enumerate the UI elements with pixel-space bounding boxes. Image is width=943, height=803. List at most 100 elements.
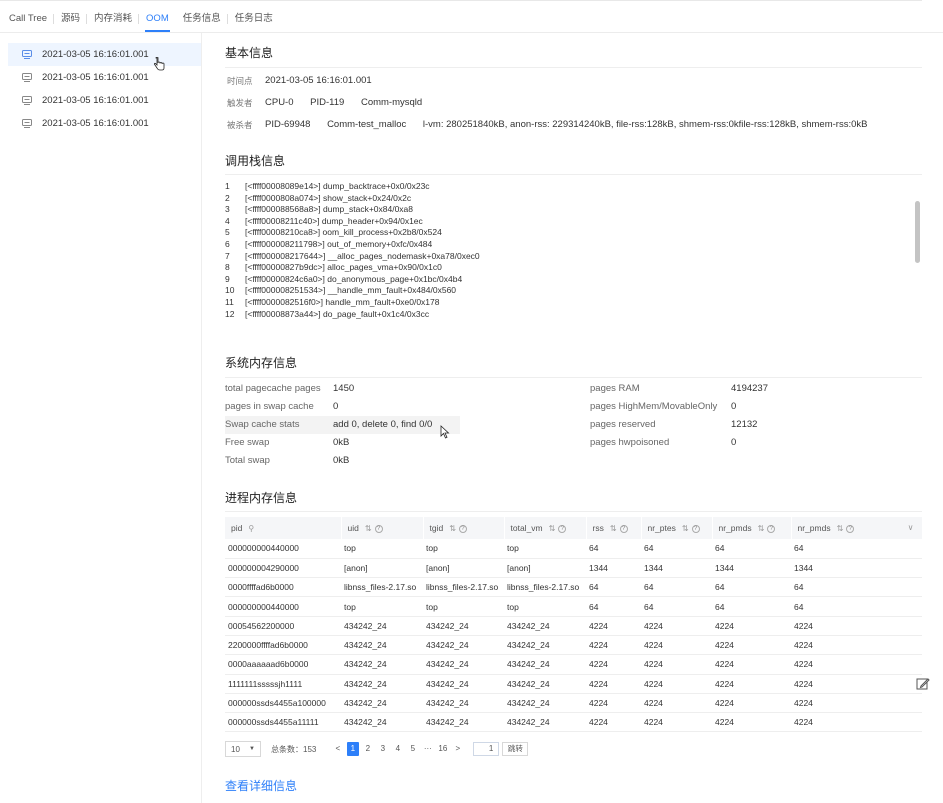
tab-memory[interactable]: 内存消耗 (87, 6, 140, 32)
sort-icon[interactable]: ⇅ (449, 524, 456, 533)
table-row[interactable]: 000000ssds4455a100000 434242_24 434242_24 4… (225, 693, 922, 714)
table-row[interactable]: 00054562200000 434242_24 434242_24 434242_2… (225, 616, 922, 636)
sort-icon[interactable]: ⇅ (682, 524, 689, 533)
col-nr-pmds[interactable]: nr_pmds ⇅? (712, 517, 792, 539)
sysmem-key: Free swap (225, 437, 270, 448)
page-ellipsis[interactable]: ··· (422, 742, 434, 756)
cell-nr-pmds: 64 (712, 539, 791, 559)
event-icon (22, 119, 32, 128)
page-button[interactable]: 4 (392, 742, 404, 756)
col-pid[interactable]: pid ⚲ (225, 517, 342, 539)
table-row[interactable]: 000000ssds4455a11111 434242_24 434242_24 43… (225, 712, 922, 733)
page-button[interactable]: 2 (362, 742, 374, 756)
cell-uid: [anon] (341, 558, 423, 579)
killed-comm: Comm-test_malloc (327, 119, 407, 130)
tab-label: 任务日志 (234, 13, 273, 24)
column-label: pid (231, 523, 243, 533)
table-row[interactable]: 0000ffffad6b0000 libnss_files-2.17.so libn… (225, 577, 922, 598)
cell-nr-ptes: 1344 (641, 558, 712, 579)
procmem-title: 进程内存信息 (225, 491, 298, 505)
tab-call-tree[interactable]: Call Tree (0, 6, 55, 32)
col-nr-pmds-2[interactable]: nr_pmds ⇅? ∨ (791, 517, 923, 539)
col-total-vm[interactable]: total_vm ⇅? (504, 517, 587, 539)
table-row[interactable]: 1111111sssssjh1111 434242_24 434242_24 4342… (225, 674, 922, 694)
oom-event-item[interactable]: 2021-03-05 16:16:01.001 (8, 43, 201, 66)
table-row[interactable]: 0000aaaaaad6b0000 434242_24 434242_24 43424… (225, 654, 922, 675)
cell-total-vm: 434242_24 (504, 635, 586, 656)
help-icon[interactable]: ? (691, 524, 700, 533)
killed-pid: PID-69948 (265, 119, 311, 130)
oom-event-item[interactable]: 2021-03-05 16:16:01.001 (8, 66, 201, 89)
killed-label: 被杀者 (227, 120, 253, 130)
col-nr-ptes[interactable]: nr_ptes ⇅? (641, 517, 713, 539)
tabs-divider (0, 32, 943, 33)
page-size-select[interactable]: 10 ▼ (225, 741, 261, 757)
stack-scrollbar[interactable] (915, 201, 920, 263)
table-row[interactable]: 000000000440000 top top top 64 64 64 64 (225, 596, 922, 617)
stack-row: 5 [<ffff00008210ca8>] oom_kill_process+0x… (225, 227, 905, 239)
help-icon[interactable]: ? (619, 524, 628, 533)
tab-oom[interactable]: OOM (139, 6, 176, 32)
jump-page-input[interactable]: 1 (473, 742, 500, 756)
table-row[interactable]: 000000004290000 [anon] [anon] [anon] 1344 134… (225, 558, 922, 579)
help-icon[interactable]: ? (846, 524, 855, 533)
help-icon[interactable]: ? (767, 524, 776, 533)
stack-row: 4 [<ffff00008211c40>] dump_header+0x94/0x… (225, 216, 905, 228)
sysmem-row: pages in swap cache 0 (225, 398, 338, 416)
pagination: 10 ▼ 总条数：153 < 1 2 3 4 5 ··· 16 > 1 跳转 (225, 740, 529, 758)
sort-icon[interactable]: ⇅ (610, 524, 617, 533)
col-tgid[interactable]: tgid ⇅? (423, 517, 505, 539)
stack-index: 4 (225, 215, 230, 226)
page-button[interactable]: 5 (407, 742, 419, 756)
jump-button[interactable]: 跳转 (502, 742, 529, 756)
cell-pid: 1111111sssssjh1111 (225, 674, 341, 694)
stack-row: 6 [<ffff000008211798>] out_of_memory+0xfc… (225, 239, 905, 251)
sysmem-row: Total swap 0kB (225, 452, 349, 470)
prev-page-button[interactable]: < (332, 742, 344, 756)
cell-tgid: 434242_24 (423, 712, 504, 733)
sysmem-key: pages reserved (590, 419, 656, 430)
page-button[interactable]: 16 (437, 742, 449, 756)
sysmem-key: pages in swap cache (225, 401, 314, 412)
col-uid[interactable]: uid ⇅? (341, 517, 424, 539)
tab-source[interactable]: 源码 (54, 6, 88, 32)
sysmem-key: Total swap (225, 455, 270, 466)
cell-nr-pmds: 4224 (791, 616, 922, 636)
cell-total-vm: [anon] (504, 558, 586, 579)
col-rss[interactable]: rss ⇅? (586, 517, 642, 539)
search-icon[interactable]: ⚲ (248, 524, 254, 533)
sort-icon[interactable]: ⇅ (837, 524, 844, 533)
edit-icon[interactable] (916, 677, 930, 691)
help-icon[interactable]: ? (374, 524, 383, 533)
oom-event-item[interactable]: 2021-03-05 16:16:01.001 (8, 112, 201, 135)
next-page-button[interactable]: > (452, 742, 464, 756)
cell-tgid: 434242_24 (423, 693, 504, 714)
sort-icon[interactable]: ⇅ (758, 524, 765, 533)
help-icon[interactable]: ? (558, 524, 567, 533)
cell-nr-ptes: 4224 (641, 712, 712, 733)
page-button[interactable]: 1 (346, 742, 359, 756)
stack-row: 9 [<ffff00000824c6a0>] do_anonymous_page+… (225, 274, 905, 286)
cell-nr-pmds: 4224 (791, 674, 922, 694)
table-row[interactable]: 000000000440000 top top top 64 64 64 64 (225, 539, 922, 559)
tab-label: 任务信息 (182, 13, 221, 24)
tab-task-log[interactable]: 任务日志 (228, 6, 280, 32)
view-details-link[interactable]: 查看详细信息 (225, 777, 297, 794)
basic-info-title: 基本信息 (225, 46, 274, 60)
table-row[interactable]: 2200000ffffad6b0000 434242_24 434242_24 434… (225, 635, 922, 656)
section-divider (225, 174, 922, 175)
page-size-value: 10 (231, 744, 240, 754)
time-value: 2021-03-05 16:16:01.001 (265, 75, 372, 86)
cell-uid: 434242_24 (341, 635, 423, 656)
cell-pid: 000000000440000 (225, 539, 341, 559)
sort-icon[interactable]: ⇅ (549, 524, 556, 533)
page-button[interactable]: 3 (377, 742, 389, 756)
expand-columns-icon[interactable]: ∨ (908, 523, 914, 532)
oom-event-item[interactable]: 2021-03-05 16:16:01.001 (8, 89, 201, 112)
cell-rss: 1344 (586, 558, 641, 579)
help-icon[interactable]: ? (458, 524, 467, 533)
sort-icon[interactable]: ⇅ (365, 524, 372, 533)
tab-task-info[interactable]: 任务信息 (176, 6, 228, 32)
cell-nr-ptes: 4224 (641, 693, 712, 714)
stack-index: 3 (225, 204, 230, 215)
